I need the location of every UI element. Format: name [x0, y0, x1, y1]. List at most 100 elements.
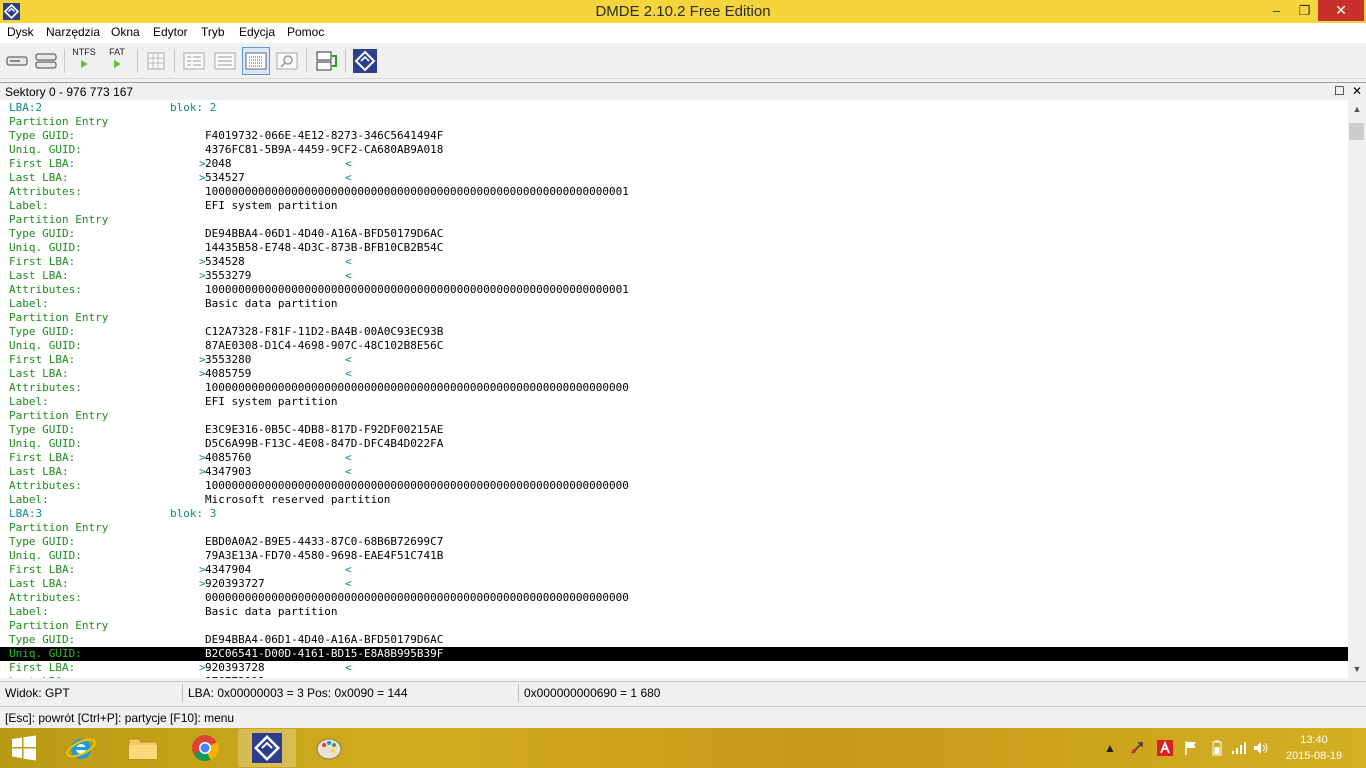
editable-field-value[interactable]: 3553280 [205, 353, 251, 367]
field-row[interactable]: First LBA: > <3553280 [0, 353, 1348, 367]
field-row[interactable]: First LBA: > <4347904 [0, 563, 1348, 577]
field-row[interactable]: Attributes: 10000000000000000000000000000… [0, 479, 1348, 493]
tray-network-tool-icon[interactable] [1128, 728, 1146, 768]
hex-view-button[interactable] [180, 47, 208, 75]
editable-field-value[interactable]: 920393728 [205, 661, 265, 675]
panel-maximize-button[interactable]: ☐ [1334, 84, 1345, 98]
editable-field-value[interactable]: 3553279 [205, 269, 251, 283]
battery-icon [1212, 740, 1222, 756]
field-row[interactable]: First LBA: > <4085760 [0, 451, 1348, 465]
start-button[interactable] [0, 729, 48, 767]
field-label: First LBA: [9, 661, 76, 674]
editable-field-value[interactable]: 534528 [205, 255, 245, 269]
about-button[interactable] [351, 47, 379, 75]
close-button[interactable]: ✕ [1318, 0, 1364, 21]
find-button[interactable] [273, 47, 301, 75]
field-row[interactable]: Last LBA: > <3553279 [0, 269, 1348, 283]
partitions-button[interactable] [32, 47, 60, 75]
field-row[interactable]: Last LBA:><976773119 [0, 675, 1348, 678]
field-row[interactable]: Attributes: 10000000000000000000000000000… [0, 381, 1348, 395]
field-row[interactable]: Uniq. GUID: 87AE0308-D1C4-4698-907C-48C10… [0, 339, 1348, 353]
editable-field-value[interactable]: 4347904 [205, 563, 251, 577]
tray-expand-icon[interactable]: ▲ [1102, 728, 1118, 768]
editable-field-value[interactable]: 4347903 [205, 465, 251, 479]
sector-header-row[interactable]: LBA:3 blok: 3 [0, 507, 1348, 521]
field-row[interactable]: Uniq. GUID: D5C6A99B-F13C-4E08-847D-DFC4B… [0, 437, 1348, 451]
taskbar-internet-explorer[interactable] [52, 729, 110, 767]
field-row[interactable]: Attributes: 00000000000000000000000000000… [0, 591, 1348, 605]
field-row[interactable]: Type GUID: F4019732-066E-4E12-8273-346C56… [0, 129, 1348, 143]
field-row[interactable]: Label: EFI system partition [0, 395, 1348, 409]
editable-field-value[interactable]: 976773119 [205, 675, 265, 678]
minimize-button[interactable]: – [1262, 0, 1291, 21]
field-row[interactable]: Uniq. GUID: 79A3E13A-FD70-4580-9698-EAE4F… [0, 549, 1348, 563]
menu-narzedzia[interactable]: Narzędzia [46, 25, 100, 39]
system-clock[interactable]: 13:40 2015-08-19 [1270, 732, 1358, 764]
copy-sectors-button[interactable] [312, 47, 340, 75]
menu-edytor[interactable]: Edytor [153, 25, 188, 39]
field-row[interactable]: Type GUID: E3C9E316-0B5C-4DB8-817D-F92DF0… [0, 423, 1348, 437]
field-row[interactable]: Last LBA: > <920393727 [0, 577, 1348, 591]
field-row[interactable]: Uniq. GUID: 14435B58-E748-4D3C-873B-BFB10… [0, 241, 1348, 255]
field-row[interactable]: Last LBA: > <4347903 [0, 465, 1348, 479]
panel-close-button[interactable]: ✕ [1352, 84, 1362, 98]
taskbar-file-explorer[interactable] [114, 729, 172, 767]
section-row[interactable]: Partition Entry [0, 311, 1348, 325]
editable-field-value[interactable]: 534527 [205, 171, 245, 185]
field-row[interactable]: First LBA: > <920393728 [0, 661, 1348, 675]
field-row[interactable]: First LBA: > <2048 [0, 157, 1348, 171]
field-row[interactable]: Label: EFI system partition [0, 199, 1348, 213]
editable-field-value[interactable]: 4085759 [205, 367, 251, 381]
field-row[interactable]: Last LBA: > <4085759 [0, 367, 1348, 381]
field-row[interactable]: Attributes: 10000000000000000000000000000… [0, 185, 1348, 199]
field-row[interactable]: Type GUID: EBD0A0A2-B9E5-4433-87C0-68B6B7… [0, 535, 1348, 549]
field-row[interactable]: Uniq. GUID: 4376FC81-5B9A-4459-9CF2-CA680… [0, 143, 1348, 157]
template-view-button[interactable] [242, 47, 270, 75]
maximize-button[interactable]: ❐ [1291, 0, 1318, 21]
disk-select-button[interactable] [3, 47, 31, 75]
ntfs-search-button[interactable]: NTFS [70, 47, 98, 75]
section-row[interactable]: Partition Entry [0, 409, 1348, 423]
tray-action-center-icon[interactable] [1182, 728, 1200, 768]
field-row[interactable]: Label: Microsoft reserved partition [0, 493, 1348, 507]
editable-field-value[interactable]: 2048 [205, 157, 232, 171]
field-row[interactable]: Last LBA: > <534527 [0, 171, 1348, 185]
taskbar-dmde[interactable] [238, 729, 296, 767]
text-view-button[interactable] [211, 47, 239, 75]
tray-volume-icon[interactable] [1252, 728, 1270, 768]
section-row[interactable]: Partition Entry [0, 213, 1348, 227]
editable-field-value[interactable]: 4085760 [205, 451, 251, 465]
field-row[interactable]: Label: Basic data partition [0, 605, 1348, 619]
taskbar-paint[interactable] [300, 729, 358, 767]
field-row[interactable]: Uniq. GUID: B2C06541-D00D-4161-BD15-E8A8B… [0, 647, 1348, 661]
field-row[interactable]: Type GUID: DE94BBA4-06D1-4D40-A16A-BFD501… [0, 633, 1348, 647]
scroll-down-arrow-icon[interactable]: ▼ [1348, 660, 1366, 678]
vertical-scrollbar[interactable]: ▲ ▼ [1348, 100, 1366, 678]
sector-header-row[interactable]: LBA:2 blok: 2 [0, 101, 1348, 115]
menu-pomoc[interactable]: Pomoc [287, 25, 324, 39]
section-row[interactable]: Partition Entry [0, 619, 1348, 633]
taskbar-chrome[interactable] [176, 729, 234, 767]
menu-okna[interactable]: Okna [111, 25, 140, 39]
section-row[interactable]: Partition Entry [0, 521, 1348, 535]
field-row[interactable]: Type GUID: C12A7328-F81F-11D2-BA4B-00A0C9… [0, 325, 1348, 339]
field-row[interactable]: First LBA: > <534528 [0, 255, 1348, 269]
edit-marker-close: < [345, 269, 352, 282]
scroll-up-arrow-icon[interactable]: ▲ [1348, 100, 1366, 118]
gpt-template-view[interactable]: LBA:2 blok: 2 Partition Entry Type GUID: F40… [0, 100, 1348, 678]
tray-battery-icon[interactable] [1208, 728, 1226, 768]
field-row[interactable]: Label: Basic data partition [0, 297, 1348, 311]
grid-view-button[interactable] [142, 47, 170, 75]
field-label: Attributes: [9, 381, 82, 394]
field-row[interactable]: Attributes: 10000000000000000000000000000… [0, 283, 1348, 297]
editable-field-value[interactable]: 920393727 [205, 577, 265, 591]
field-row[interactable]: Type GUID: DE94BBA4-06D1-4D40-A16A-BFD501… [0, 227, 1348, 241]
menu-dysk[interactable]: Dysk [7, 25, 34, 39]
fat-search-button[interactable]: FAT [103, 47, 131, 75]
scroll-thumb[interactable] [1349, 123, 1364, 140]
menu-tryb[interactable]: Tryb [201, 25, 225, 39]
section-row[interactable]: Partition Entry [0, 115, 1348, 129]
tray-signal-icon[interactable] [1230, 728, 1248, 768]
menu-edycja[interactable]: Edycja [239, 25, 275, 39]
tray-avira-icon[interactable] [1156, 728, 1174, 768]
